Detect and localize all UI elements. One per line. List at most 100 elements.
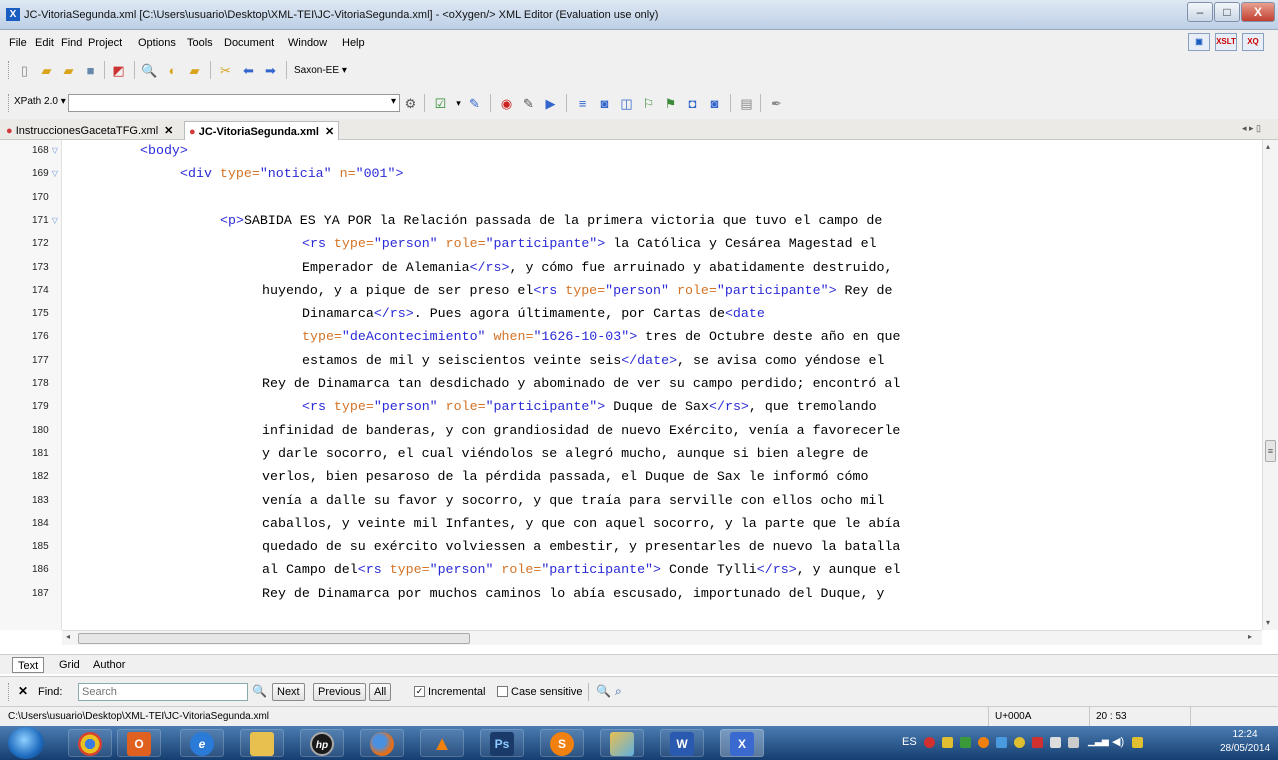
mode-author-tab[interactable]: Author [88, 657, 130, 673]
taskbar-internet-explorer[interactable]: e [180, 729, 224, 757]
tray-battery-icon[interactable] [1068, 737, 1079, 748]
tray-sync-icon[interactable] [1014, 737, 1025, 748]
vertical-scroll-thumb[interactable]: ≡ [1265, 440, 1276, 462]
chevron-down-icon[interactable]: ▾ [450, 95, 467, 112]
forward-arrow-icon[interactable]: ➡ [262, 62, 279, 79]
tab-close-icon[interactable]: ✕ [325, 126, 334, 138]
menu-help[interactable]: Help [342, 37, 365, 49]
tray-app-icon[interactable] [942, 737, 953, 748]
code-line[interactable]: 178 Rey de Dinamarca tan desdichado y abo… [0, 373, 1262, 395]
code-line[interactable]: 184 caballos, y veinte mil Infantes, y qu… [0, 513, 1262, 535]
scroll-left-icon[interactable]: ◂ [66, 632, 70, 641]
taskbar-vlc[interactable]: ▲ [420, 729, 464, 757]
taskbar-outlook[interactable]: O [117, 729, 161, 757]
code-line[interactable]: 177 estamos de mil y seiscientos veinte s… [0, 350, 1262, 372]
pen-icon[interactable]: ✒ [768, 95, 785, 112]
xpath-input[interactable]: ▾ [68, 94, 400, 112]
scroll-up-icon[interactable]: ▴ [1266, 142, 1270, 151]
code-line[interactable]: 180 infinidad de banderas, y con grandios… [0, 420, 1262, 442]
tray-update-icon[interactable] [960, 737, 971, 748]
xpath-version-select[interactable]: XPath 2.0 ▾ [14, 96, 66, 107]
check-wellformed-icon[interactable]: ✎ [466, 95, 483, 112]
code-line[interactable]: 172 <rs type="person" role="participante"… [0, 233, 1262, 255]
language-indicator[interactable]: ES [902, 736, 917, 760]
xquery-perspective-button[interactable]: XQ [1242, 33, 1264, 51]
menu-tools[interactable]: Tools [187, 37, 213, 49]
mode-grid-tab[interactable]: Grid [54, 657, 85, 673]
code-line[interactable]: 176 type="deAcontecimiento" when="1626-10… [0, 326, 1262, 348]
find-replace-icon[interactable]: 🔍 [141, 62, 158, 79]
tray-network-icon[interactable] [996, 737, 1007, 748]
code-line[interactable]: 186 al Campo del<rs type="person" role="p… [0, 559, 1262, 581]
code-line[interactable]: 168 ▽ <body> [0, 140, 1262, 162]
taskbar-chrome[interactable] [68, 729, 112, 757]
volume-icon[interactable]: ◀) [1112, 735, 1124, 748]
find-previous-button[interactable]: Previous [313, 683, 366, 701]
text-editor[interactable]: 168 ▽ <body> 169 ▽ <div type="noticia" n="001… [0, 140, 1278, 640]
find-replace-icon[interactable]: 🔍 [596, 684, 611, 698]
taskbar-skype[interactable]: S [540, 729, 584, 757]
open-file-icon[interactable]: ▰ [38, 62, 55, 79]
code-line[interactable]: 183 venía a dalle su favor y socorro, y q… [0, 490, 1262, 512]
menu-project[interactable]: Project [88, 37, 122, 49]
xpath-settings-icon[interactable]: ⚙ [402, 95, 419, 112]
taskbar-file-explorer[interactable] [240, 729, 284, 757]
incremental-checkbox[interactable]: ✓ [414, 686, 425, 697]
code-line[interactable]: 187 Rey de Dinamarca por muchos caminos l… [0, 583, 1262, 605]
action-center-flag-icon[interactable] [1132, 737, 1143, 748]
menu-edit[interactable]: Edit [35, 37, 54, 49]
menu-document[interactable]: Document [224, 37, 274, 49]
start-button-icon[interactable] [8, 727, 44, 759]
tray-record-icon[interactable] [924, 737, 935, 748]
save-icon[interactable]: ■ [82, 62, 99, 79]
validate-icon[interactable]: ☑ [432, 95, 449, 112]
configure-transformation-icon[interactable]: ✎ [520, 95, 537, 112]
fold-toggle-icon[interactable]: ▽ [52, 169, 58, 178]
find-files-icon[interactable]: ◐ [164, 62, 181, 79]
taskbar-firefox[interactable] [360, 729, 404, 757]
close-find-icon[interactable]: ✕ [18, 684, 28, 698]
generate-docs-icon[interactable]: ◘ [684, 95, 701, 112]
mode-text-tab[interactable]: Text [12, 657, 45, 673]
tab-instrucciones[interactable]: ● InstruccionesGacetaTFG.xml ✕ [2, 121, 177, 140]
find-next-button[interactable]: Next [272, 683, 305, 701]
code-line[interactable]: 185 quedado de su exército volviessen a e… [0, 536, 1262, 558]
transformer-select[interactable]: Saxon-EE ▾ [294, 65, 347, 76]
code-line[interactable]: 171 ▽ <p>SABIDA ES YA POR la Relación pass… [0, 210, 1262, 232]
search-input[interactable] [78, 683, 248, 701]
code-line[interactable]: 182 verlos, bien pesaroso de la pérdida p… [0, 466, 1262, 488]
code-line[interactable]: 175 Dinamarca</rs>. Pues agora últimament… [0, 303, 1262, 325]
cut-icon[interactable]: ✂ [217, 62, 234, 79]
tab-scroll-arrows-icon[interactable]: ◂ ▸ ▯ [1242, 123, 1261, 134]
taskbar-photoshop[interactable]: Ps [480, 729, 524, 757]
close-button[interactable]: X [1241, 2, 1275, 22]
toggle-comment-icon[interactable]: ◙ [596, 95, 613, 112]
chart-icon[interactable]: ▤ [738, 95, 755, 112]
code-line[interactable]: 174 huyendo, y a pique de ser preso el<rs… [0, 280, 1262, 302]
horizontal-scrollbar[interactable]: ◂ ▸ [62, 630, 1262, 645]
schema-icon[interactable]: ◫ [618, 95, 635, 112]
new-file-icon[interactable]: ▯ [16, 62, 33, 79]
vertical-scrollbar[interactable]: ▴ ≡ ▾ [1262, 140, 1278, 630]
tray-security-icon[interactable] [1032, 737, 1043, 748]
tray-device-icon[interactable] [1050, 737, 1061, 748]
taskbar-clock[interactable]: 12:24 28/05/2014 [1216, 728, 1274, 756]
menu-window[interactable]: Window [288, 37, 327, 49]
taskbar-oxygen[interactable]: X [720, 729, 764, 757]
search-icon[interactable]: 🔍 [252, 684, 267, 698]
code-line[interactable]: 181 y darle socorro, el cual viéndolos se… [0, 443, 1262, 465]
open-url-icon[interactable]: ▰ [60, 62, 77, 79]
minimize-button[interactable]: – [1187, 2, 1213, 22]
apply-transformation-icon[interactable]: ◉ [498, 95, 515, 112]
debug-icon[interactable]: ▶ [542, 95, 559, 112]
taskbar-word[interactable]: W [660, 729, 704, 757]
code-line[interactable]: 169 ▽ <div type="noticia" n="001"> [0, 163, 1262, 185]
back-arrow-icon[interactable]: ⬅ [240, 62, 257, 79]
print-icon[interactable]: ◩ [110, 62, 127, 79]
menu-file[interactable]: File [9, 37, 27, 49]
case-sensitive-checkbox[interactable] [497, 686, 508, 697]
find-all-button[interactable]: All [369, 683, 392, 701]
signal-bars-icon[interactable]: ▁▃▅ [1088, 736, 1109, 747]
menu-find[interactable]: Find [61, 37, 82, 49]
horizontal-scroll-thumb[interactable] [78, 633, 470, 644]
